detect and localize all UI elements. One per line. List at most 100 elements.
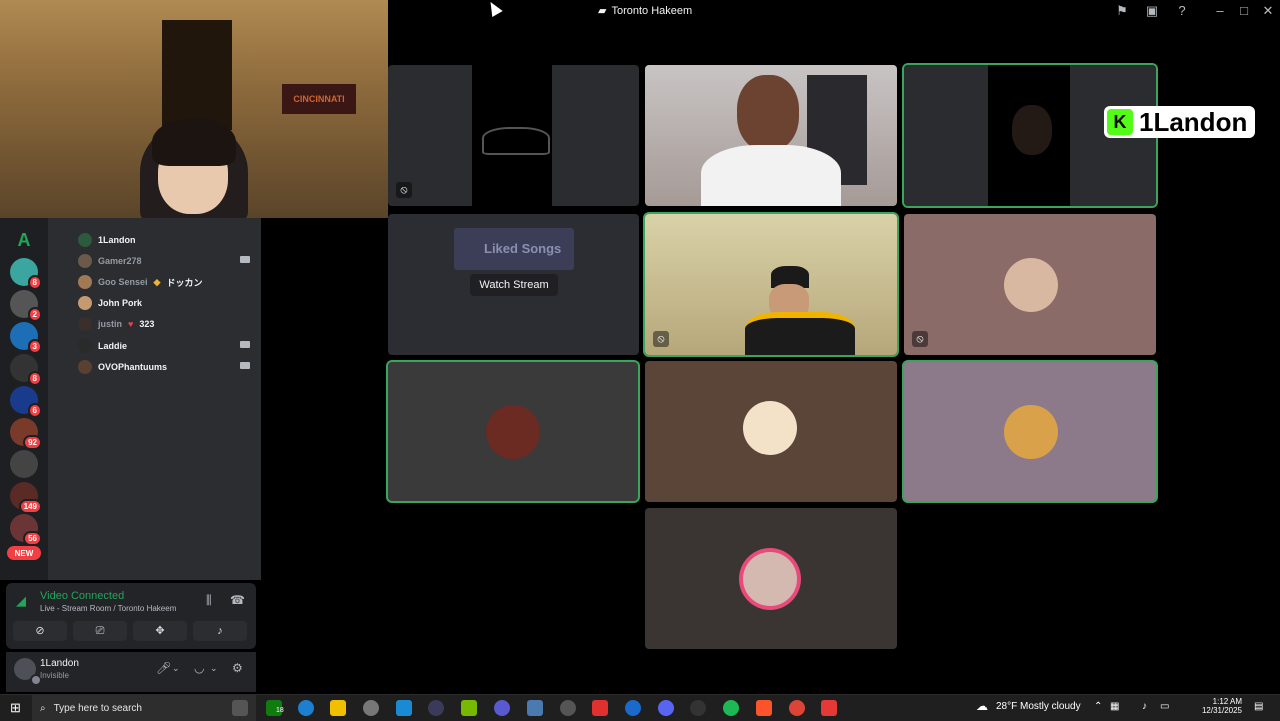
soundboard-button[interactable]: ♪	[193, 621, 247, 641]
member-item[interactable]: OVOPhantuums	[78, 358, 250, 376]
letterbox-left	[904, 65, 988, 206]
avatar-tile[interactable]	[645, 508, 897, 649]
person-jersey	[745, 312, 855, 355]
channel-panel: 1Landon Gamer278 Goo Sensei ◆ ドッカン John …	[48, 218, 261, 580]
settings-icon[interactable]	[560, 700, 576, 716]
recording-app-icon[interactable]	[592, 700, 608, 716]
app-icon[interactable]	[428, 700, 444, 716]
voice-connection-panel: ◢ Video Connected Live - Stream Room / T…	[6, 583, 256, 649]
media-icon[interactable]	[494, 700, 510, 716]
app-icon[interactable]	[625, 700, 641, 716]
user-name: 1Landon	[40, 658, 79, 669]
server-7[interactable]	[10, 450, 38, 478]
obs-icon[interactable]	[690, 700, 706, 716]
nvidia-icon[interactable]	[461, 700, 477, 716]
car-dashboard	[482, 127, 550, 155]
headphones-icon[interactable]: ◡	[194, 661, 204, 675]
battery-icon[interactable]: ▭	[1160, 701, 1169, 712]
microphone-icon[interactable]: 🎤︎	[156, 661, 171, 675]
member-item[interactable]: John Pork	[78, 294, 142, 312]
stream-tile[interactable]: Liked Songs Watch Stream	[388, 214, 639, 355]
title-bar: ▰ Toronto Hakeem ⚑ ▣ ? – □ ✕	[388, 0, 1280, 22]
server-1[interactable]: 8	[10, 258, 42, 290]
video-tile-participant[interactable]: ⦸	[645, 214, 897, 355]
store-icon[interactable]	[396, 700, 412, 716]
steam-icon[interactable]	[363, 700, 379, 716]
server-8[interactable]: 149	[10, 482, 42, 514]
avatar	[1004, 405, 1058, 459]
avatar	[78, 296, 92, 310]
file-explorer-icon[interactable]	[330, 700, 346, 716]
disconnect-icon[interactable]: ☎	[230, 593, 245, 607]
maximize-icon[interactable]: □	[1236, 3, 1252, 19]
member-item[interactable]: justin ♥ 323	[78, 315, 154, 333]
taskbar: ⊞ ⌕ Type here to search 18 ☁ 28°F Mostly…	[0, 694, 1280, 721]
notification-icon[interactable]: ▤	[1254, 701, 1263, 712]
member-item[interactable]: 1Landon	[78, 231, 136, 249]
watch-stream-button[interactable]: Watch Stream	[470, 274, 558, 296]
volume-icon[interactable]: ♪	[1142, 701, 1147, 712]
inbox-icon[interactable]: ⚑	[1114, 3, 1130, 19]
screen-share-icon[interactable]: ▣	[1144, 3, 1160, 19]
server-4[interactable]: 8	[10, 354, 42, 386]
video-tile-participant[interactable]	[645, 65, 897, 206]
voice-status[interactable]: Video Connected	[40, 590, 124, 602]
noise-suppression-icon[interactable]: ⫼	[206, 593, 212, 608]
chrome-icon[interactable]	[789, 700, 805, 716]
avatar	[78, 339, 92, 353]
avatar-tile[interactable]	[388, 362, 638, 501]
new-badge: NEW	[7, 546, 41, 560]
avatar	[78, 233, 92, 247]
muted-icon: ⦸	[396, 182, 412, 198]
chevron-down-icon[interactable]: ⌄	[172, 663, 180, 674]
tray-chevron-icon[interactable]: ⌃	[1094, 701, 1102, 712]
video-tile-dashboard[interactable]: ⦸	[388, 65, 639, 206]
voice-location[interactable]: Live - Stream Room / Toronto Hakeem	[40, 604, 176, 613]
close-icon[interactable]: ✕	[1260, 3, 1276, 19]
clock[interactable]: 1:12 AM 12/31/2025	[1200, 697, 1242, 715]
member-item[interactable]: Gamer278	[78, 252, 250, 270]
edge-icon[interactable]	[298, 700, 314, 716]
stream-preview-title: Liked Songs	[454, 228, 574, 270]
chevron-down-icon[interactable]: ⌄	[210, 663, 218, 674]
activities-button[interactable]: ✥	[133, 621, 187, 641]
help-icon[interactable]: ?	[1174, 3, 1190, 19]
server-6[interactable]: 92	[10, 418, 42, 450]
avatar-tile[interactable]: ⦸	[904, 214, 1156, 355]
avatar	[78, 275, 92, 289]
calculator-icon[interactable]	[527, 700, 543, 716]
person-face	[737, 75, 799, 151]
avatar	[78, 360, 92, 374]
network-icon[interactable]: ▦	[1110, 701, 1119, 712]
gear-icon[interactable]: ⚙	[232, 661, 243, 675]
app-icon[interactable]	[821, 700, 837, 716]
avatar-tile[interactable]	[645, 361, 897, 502]
stream-overlay-tag: K 1Landon	[1104, 106, 1256, 138]
weather-text[interactable]: 28°F Mostly cloudy	[996, 701, 1081, 712]
spotify-icon[interactable]	[723, 700, 739, 716]
screen-share-button[interactable]: ⎚	[73, 621, 127, 641]
avatar	[1004, 258, 1058, 312]
member-item[interactable]: Laddie	[78, 337, 250, 355]
weather-icon[interactable]: ☁	[976, 699, 988, 713]
taskbar-search[interactable]: ⌕ Type here to search	[32, 695, 256, 721]
member-item[interactable]: Goo Sensei ◆ ドッカン	[78, 273, 202, 291]
avatar	[743, 401, 797, 455]
avatar	[78, 254, 92, 268]
speaker-icon: ▰	[598, 5, 607, 17]
discord-icon[interactable]	[658, 700, 674, 716]
server-9[interactable]: 56	[10, 514, 42, 546]
windows-start-icon[interactable]: ⊞	[10, 700, 21, 716]
server-2[interactable]: 2	[10, 290, 42, 322]
brave-icon[interactable]	[756, 700, 772, 716]
server-a[interactable]: A	[10, 226, 38, 254]
avatar-tile[interactable]	[904, 362, 1156, 501]
heart-icon: ♥	[128, 319, 134, 329]
task-view-icon[interactable]	[232, 700, 248, 716]
server-3[interactable]: 3	[10, 322, 42, 354]
window-title: ▰ Toronto Hakeem	[598, 4, 693, 18]
minimize-icon[interactable]: –	[1212, 3, 1228, 19]
camera-off-button[interactable]: ⊘	[13, 621, 67, 641]
signal-icon: ◢	[16, 593, 26, 608]
server-5[interactable]: 6	[10, 386, 42, 418]
